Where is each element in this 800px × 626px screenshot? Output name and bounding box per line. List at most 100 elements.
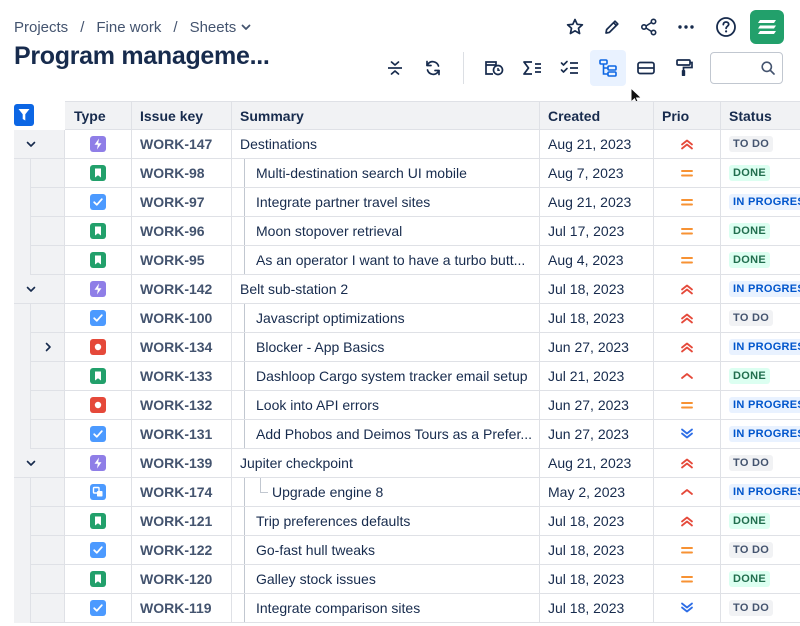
- table-row[interactable]: WORK-100 Javascript optimizations Jul 18, …: [14, 304, 800, 333]
- issue-priority[interactable]: [654, 159, 721, 188]
- table-row[interactable]: WORK-139 Jupiter checkpoint Aug 21, 2023 TO…: [14, 449, 800, 478]
- table-row[interactable]: WORK-134 Blocker - App Basics Jun 27, 2023…: [14, 333, 800, 362]
- column-header-priority[interactable]: Prio: [654, 101, 721, 130]
- issue-status[interactable]: IN PROGRESS: [721, 478, 800, 507]
- table-row[interactable]: WORK-133 Dashloop Cargo system tracker em…: [14, 362, 800, 391]
- table-row[interactable]: WORK-96 Moon stopover retrieval Jul 17, 20…: [14, 217, 800, 246]
- issue-priority[interactable]: [654, 188, 721, 217]
- chevron-down-icon[interactable]: [24, 282, 38, 296]
- chevron-down-icon[interactable]: [24, 456, 38, 470]
- issue-priority[interactable]: [654, 507, 721, 536]
- column-header-issue-key[interactable]: Issue key: [132, 101, 232, 130]
- table-row[interactable]: WORK-95 As an operator I want to have a t…: [14, 246, 800, 275]
- sum-icon[interactable]: [514, 50, 550, 86]
- issue-summary[interactable]: Dashloop Cargo system tracker email setu…: [232, 362, 540, 391]
- issue-key[interactable]: WORK-139: [132, 449, 232, 478]
- issue-summary[interactable]: Go-fast hull tweaks: [232, 536, 540, 565]
- table-row[interactable]: WORK-122 Go-fast hull tweaks Jul 18, 2023 T…: [14, 536, 800, 565]
- issue-key[interactable]: WORK-174: [132, 478, 232, 507]
- chevron-down-icon[interactable]: [24, 137, 38, 151]
- issue-status[interactable]: DONE: [721, 362, 800, 391]
- issue-key[interactable]: WORK-142: [132, 275, 232, 304]
- column-header-created[interactable]: Created: [540, 101, 654, 130]
- breadcrumb-sheets[interactable]: Sheets: [190, 19, 237, 36]
- issue-status[interactable]: TO DO: [721, 449, 800, 478]
- issue-summary[interactable]: Galley stock issues: [232, 565, 540, 594]
- issue-status[interactable]: TO DO: [721, 130, 800, 159]
- table-row[interactable]: WORK-97 Integrate partner travel sites Aug…: [14, 188, 800, 217]
- search-field[interactable]: [710, 52, 783, 84]
- star-icon[interactable]: [557, 10, 593, 44]
- issue-priority[interactable]: [654, 420, 721, 449]
- issue-summary[interactable]: Upgrade engine 8: [232, 478, 540, 507]
- issue-status[interactable]: TO DO: [721, 304, 800, 333]
- issue-priority[interactable]: [654, 217, 721, 246]
- table-row[interactable]: WORK-120 Galley stock issues Jul 18, 2023 D…: [14, 565, 800, 594]
- issue-key[interactable]: WORK-132: [132, 391, 232, 420]
- issue-status[interactable]: IN PROGRESS: [721, 420, 800, 449]
- issue-key[interactable]: WORK-120: [132, 565, 232, 594]
- issue-priority[interactable]: [654, 130, 721, 159]
- issue-status[interactable]: DONE: [721, 159, 800, 188]
- search-icon[interactable]: [760, 60, 776, 76]
- issue-summary[interactable]: Belt sub-station 2: [232, 275, 540, 304]
- issue-key[interactable]: WORK-147: [132, 130, 232, 159]
- issue-status[interactable]: TO DO: [721, 536, 800, 565]
- issue-key[interactable]: WORK-133: [132, 362, 232, 391]
- issue-key[interactable]: WORK-121: [132, 507, 232, 536]
- issue-key[interactable]: WORK-96: [132, 217, 232, 246]
- issue-status[interactable]: IN PROGRESS: [721, 391, 800, 420]
- issue-priority[interactable]: [654, 449, 721, 478]
- issue-priority[interactable]: [654, 478, 721, 507]
- issue-summary[interactable]: As an operator I want to have a turbo bu…: [232, 246, 540, 275]
- filter-icon[interactable]: [14, 104, 34, 126]
- issue-summary[interactable]: Blocker - App Basics: [232, 333, 540, 362]
- issue-priority[interactable]: [654, 304, 721, 333]
- hierarchy-icon[interactable]: [590, 50, 626, 86]
- table-row[interactable]: WORK-142 Belt sub-station 2 Jul 18, 2023 IN…: [14, 275, 800, 304]
- table-row[interactable]: WORK-131 Add Phobos and Deimos Tours as a…: [14, 420, 800, 449]
- issue-priority[interactable]: [654, 536, 721, 565]
- search-input[interactable]: [717, 53, 765, 83]
- issue-key[interactable]: WORK-97: [132, 188, 232, 217]
- format-paint-icon[interactable]: [666, 50, 702, 86]
- table-row[interactable]: WORK-147 Destinations Aug 21, 2023 TO DO: [14, 130, 800, 159]
- pencil-icon[interactable]: [594, 10, 630, 44]
- share-icon[interactable]: [631, 10, 667, 44]
- issue-priority[interactable]: [654, 565, 721, 594]
- row-height-icon[interactable]: [628, 50, 664, 86]
- table-row[interactable]: WORK-174 Upgrade engine 8 May 2, 2023 IN PR…: [14, 478, 800, 507]
- issue-key[interactable]: WORK-119: [132, 594, 232, 623]
- issue-summary[interactable]: Destinations: [232, 130, 540, 159]
- issue-key[interactable]: WORK-134: [132, 333, 232, 362]
- table-row[interactable]: WORK-121 Trip preferences defaults Jul 18,…: [14, 507, 800, 536]
- issue-status[interactable]: IN PROGRESS: [721, 275, 800, 304]
- issue-status[interactable]: DONE: [721, 565, 800, 594]
- breadcrumb-fine-work[interactable]: Fine work: [96, 19, 161, 36]
- issue-summary[interactable]: Add Phobos and Deimos Tours as a Prefer.…: [232, 420, 540, 449]
- column-header-type[interactable]: Type: [65, 101, 132, 130]
- issue-key[interactable]: WORK-100: [132, 304, 232, 333]
- checklist-icon[interactable]: [552, 50, 588, 86]
- refresh-icon[interactable]: [415, 50, 451, 86]
- issue-summary[interactable]: Moon stopover retrieval: [232, 217, 540, 246]
- issue-summary[interactable]: Trip preferences defaults: [232, 507, 540, 536]
- issue-status[interactable]: DONE: [721, 217, 800, 246]
- issue-summary[interactable]: Jupiter checkpoint: [232, 449, 540, 478]
- collapse-rows-icon[interactable]: [377, 50, 413, 86]
- issue-summary[interactable]: Look into API errors: [232, 391, 540, 420]
- issue-summary[interactable]: Integrate partner travel sites: [232, 188, 540, 217]
- issue-key[interactable]: WORK-122: [132, 536, 232, 565]
- table-row[interactable]: WORK-132 Look into API errors Jun 27, 2023…: [14, 391, 800, 420]
- column-header-summary[interactable]: Summary: [232, 101, 540, 130]
- issue-summary[interactable]: Javascript optimizations: [232, 304, 540, 333]
- issue-status[interactable]: DONE: [721, 246, 800, 275]
- issue-priority[interactable]: [654, 594, 721, 623]
- issue-priority[interactable]: [654, 333, 721, 362]
- filter-date-icon[interactable]: [476, 50, 512, 86]
- table-row[interactable]: WORK-98 Multi-destination search UI mobil…: [14, 159, 800, 188]
- app-logo-icon[interactable]: [750, 10, 784, 44]
- issue-status[interactable]: TO DO: [721, 594, 800, 623]
- issue-key[interactable]: WORK-98: [132, 159, 232, 188]
- issue-priority[interactable]: [654, 246, 721, 275]
